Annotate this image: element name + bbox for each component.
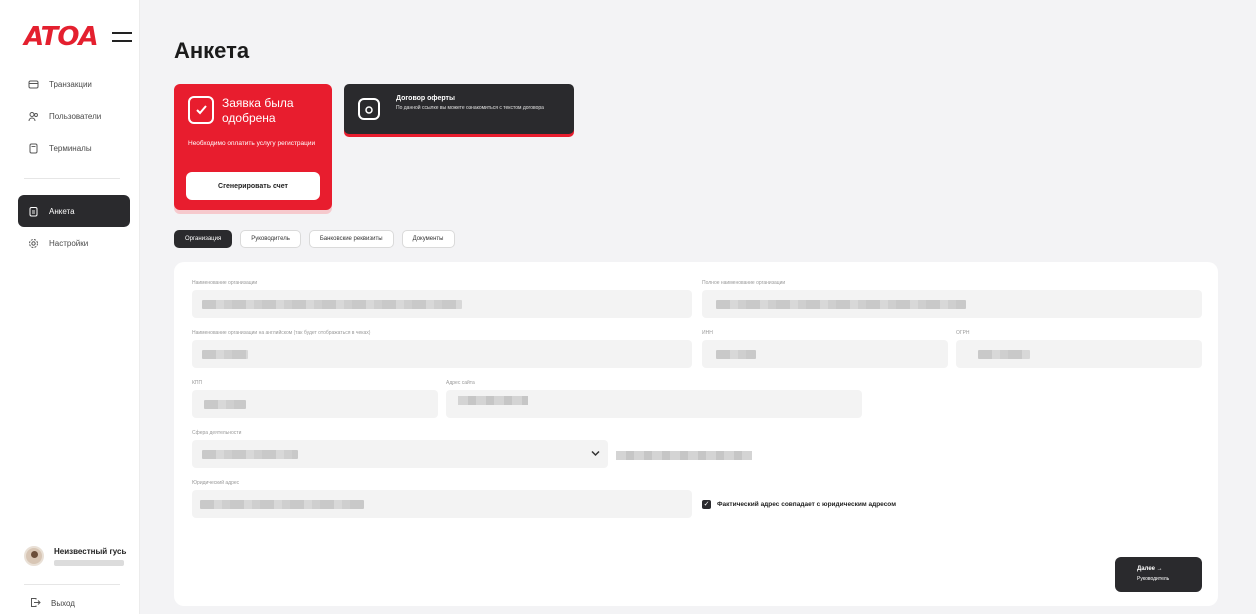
activity-select[interactable] xyxy=(192,440,608,468)
next-director-button[interactable]: Далее → Руководитель xyxy=(1115,557,1202,592)
redacted-value xyxy=(204,400,246,409)
redacted-value xyxy=(458,396,528,405)
org-name-en-input[interactable] xyxy=(192,340,692,368)
clipboard-check-icon xyxy=(188,96,214,124)
sidebar-divider xyxy=(24,584,120,585)
page-title: Анкета xyxy=(174,38,250,63)
sidebar-item-terminals[interactable]: Терминалы xyxy=(18,132,130,164)
redacted-value xyxy=(978,350,1030,359)
logout-label: Выход xyxy=(51,599,75,608)
inn-label: ИНН xyxy=(702,330,713,336)
activity-label: Сфера деятельности xyxy=(192,430,242,436)
redacted-value xyxy=(716,350,756,359)
atol-logo[interactable]: ATOA xyxy=(24,22,99,52)
status-card: Заявка была одобрена Необходимо оплатить… xyxy=(174,84,332,210)
sidebar-item-label: Транзакции xyxy=(49,79,92,89)
kpp-input[interactable] xyxy=(192,390,438,418)
document-icon xyxy=(358,98,380,120)
terminal-icon xyxy=(28,143,39,154)
sidebar-nav-secondary: Анкета Настройки xyxy=(18,195,130,259)
sidebar-item-label: Терминалы xyxy=(49,143,92,153)
redacted-value xyxy=(202,450,298,459)
site-input[interactable] xyxy=(446,390,862,418)
redacted-value xyxy=(200,500,364,509)
sidebar-item-label: Настройки xyxy=(49,238,89,248)
chevron-down-icon xyxy=(591,449,600,459)
legal-address-label: Юридический адрес xyxy=(192,480,240,486)
sidebar: ATOA Транзакции Пользователи Терминалы А… xyxy=(0,0,140,614)
org-name-input[interactable] xyxy=(192,290,692,318)
next-button-sublabel: Руководитель xyxy=(1137,576,1170,582)
clipboard-icon xyxy=(28,206,39,217)
site-label: Адрес сайта xyxy=(446,380,475,386)
sidebar-item-label: Пользователи xyxy=(49,111,102,121)
sidebar-item-settings[interactable]: Настройки xyxy=(18,227,130,259)
sidebar-nav-main: Транзакции Пользователи Терминалы xyxy=(18,68,130,164)
inn-input[interactable] xyxy=(702,340,948,368)
redacted-value xyxy=(202,300,462,309)
avatar xyxy=(24,546,44,566)
tab-organization[interactable]: Организация xyxy=(174,230,233,248)
same-address-label: Фактический адрес совпадает с юридически… xyxy=(717,501,896,508)
logo-row: ATOA xyxy=(24,22,132,52)
generate-invoice-button[interactable]: Сгенерировать счет xyxy=(186,172,320,200)
form-tabs: Организация Руководитель Банковские рекв… xyxy=(174,230,463,248)
status-card-description: Необходимо оплатить услугу регистрации xyxy=(188,140,316,147)
sidebar-item-transactions[interactable]: Транзакции xyxy=(18,68,130,100)
tab-director[interactable]: Руководитель xyxy=(240,230,301,248)
activity-code-redacted xyxy=(616,451,752,460)
redacted-value xyxy=(202,350,248,359)
full-org-name-label: Полное наименование организации xyxy=(702,280,786,286)
offer-card-description: По данной ссылке вы можете ознакомиться … xyxy=(396,105,544,111)
logout-button[interactable]: Выход xyxy=(30,597,75,610)
ogrn-input[interactable] xyxy=(956,340,1202,368)
sidebar-item-users[interactable]: Пользователи xyxy=(18,100,130,132)
tab-bank-details[interactable]: Банковские реквизиты xyxy=(308,230,394,248)
legal-address-input[interactable] xyxy=(192,490,692,518)
logout-icon xyxy=(30,597,41,610)
checkbox-checked-icon[interactable]: ✓ xyxy=(702,500,711,509)
sidebar-item-label: Анкета xyxy=(49,206,75,216)
user-profile[interactable]: Неизвестный гусь xyxy=(24,546,126,566)
redacted-value xyxy=(716,300,966,309)
menu-icon[interactable] xyxy=(111,32,132,42)
offer-card-title: Договор оферты xyxy=(396,95,455,102)
kpp-label: КПП xyxy=(192,380,203,386)
user-email-redacted xyxy=(54,559,124,566)
gear-icon xyxy=(28,238,39,249)
full-org-name-input[interactable] xyxy=(702,290,1202,318)
tab-documents[interactable]: Документы xyxy=(401,230,455,248)
org-name-en-label: Наименование организации на английском (… xyxy=(192,330,371,336)
sidebar-divider xyxy=(24,178,120,179)
form-panel: Наименование организации Полное наименов… xyxy=(174,262,1218,606)
next-button-label: Далее → xyxy=(1137,566,1163,572)
offer-contract-card[interactable]: Договор оферты По данной ссылке вы может… xyxy=(344,84,574,134)
user-name: Неизвестный гусь xyxy=(54,546,127,556)
same-address-checkbox[interactable]: ✓ Фактический адрес совпадает с юридичес… xyxy=(702,500,896,509)
sidebar-item-questionnaire[interactable]: Анкета xyxy=(18,195,130,227)
org-name-label: Наименование организации xyxy=(192,280,258,286)
status-card-title: Заявка была одобрена xyxy=(222,96,294,125)
users-icon xyxy=(28,111,39,122)
user-text: Неизвестный гусь xyxy=(54,547,126,566)
ogrn-label: ОГРН xyxy=(956,330,970,336)
card-icon xyxy=(28,79,39,90)
